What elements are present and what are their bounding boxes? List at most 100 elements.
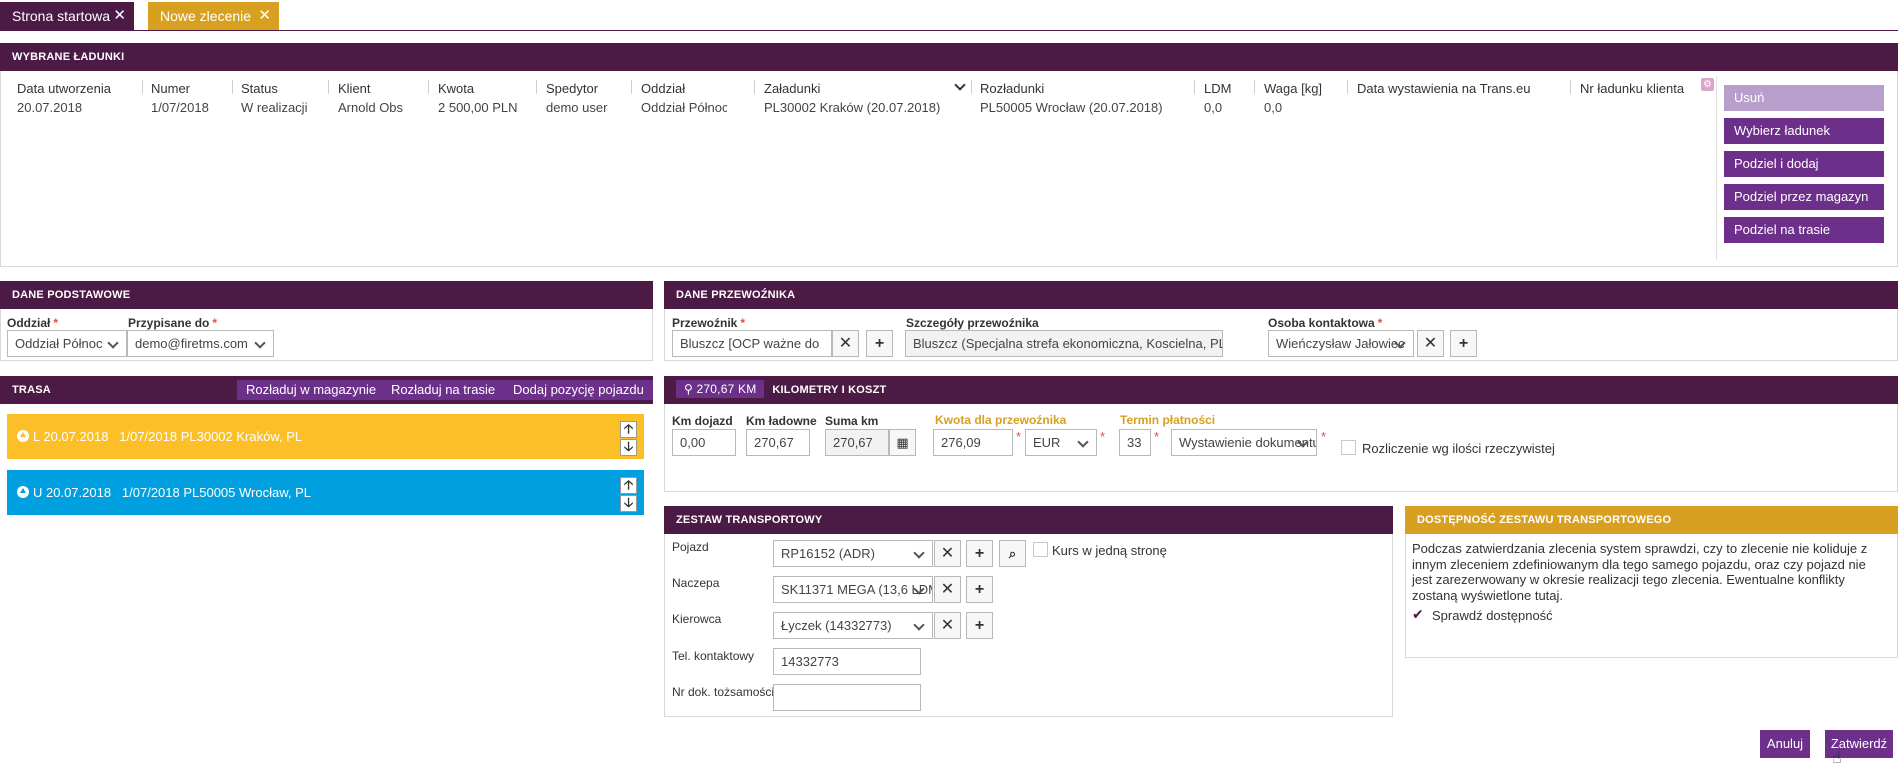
split-add-button[interactable]: Podziel i dodaj (1724, 151, 1884, 177)
buttons-divider (1716, 76, 1717, 260)
move-up-button[interactable]: 🡡 (620, 421, 637, 438)
calculator-icon: ▦ (896, 435, 909, 450)
trailer-select[interactable]: SK11371 MEGA (13,6 LDM) (773, 576, 933, 603)
select-load-button[interactable]: Wybierz ładunek (1724, 118, 1884, 144)
trailer-label: Naczepa (672, 576, 720, 590)
cell-status: W realizacji (241, 100, 308, 115)
move-down-button[interactable]: 🡣 (620, 439, 637, 456)
zoom-icon: ⌕ (1008, 546, 1017, 561)
driver-select[interactable]: Łyczek (14332773) (773, 612, 933, 639)
term-type-select[interactable]: Wystawienie dokumentu (1171, 429, 1317, 456)
contact-add-button[interactable]: + (1450, 330, 1477, 357)
currency-value: EUR (1033, 435, 1061, 450)
vehicle-select[interactable]: RP16152 (ADR) (773, 540, 933, 567)
id-doc-input[interactable] (773, 684, 921, 711)
carrier-label-text: Przewoźnik (672, 316, 738, 330)
contact-clear-button[interactable]: ✕ (1417, 330, 1444, 357)
unload-route-button[interactable]: Rozładuj na trasie (382, 380, 505, 400)
map-pin-icon: ⚲ (684, 382, 693, 396)
contact-select[interactable]: Wieńczysław Jałowiec (1268, 330, 1414, 357)
phone-input[interactable]: 14332773 (773, 648, 921, 675)
currency-select[interactable]: EUR (1025, 429, 1097, 456)
vehicle-clear-button[interactable]: ✕ (934, 540, 961, 567)
cell-amount: 2 500,00 PLN (438, 100, 518, 115)
required-marker: * (1154, 429, 1160, 444)
col-header-unloadings: Rozładunki (980, 81, 1045, 96)
trailer-add-button[interactable]: + (966, 576, 993, 603)
km-loaded-input[interactable]: 270,67 (746, 429, 810, 456)
amount-label: Kwota dla przewoźnika (935, 413, 1067, 427)
close-icon: ✕ (1423, 335, 1438, 352)
cell-unloadings: PL50005 Wrocław (20.07.2018) (980, 100, 1163, 115)
trailer-clear-button[interactable]: ✕ (934, 576, 961, 603)
driver-add-button[interactable]: + (966, 612, 993, 639)
close-icon[interactable]: ✕ (113, 2, 126, 30)
col-separator (1254, 80, 1255, 94)
km-drive-label: Km dojazd (672, 414, 733, 428)
route-title: TRASA (12, 384, 51, 396)
term-days-input[interactable]: 33 (1119, 429, 1151, 456)
driver-label: Kierowca (672, 612, 722, 626)
col-header-client-load-no: Nr ładunku klienta (1580, 81, 1685, 96)
km-loaded-label: Km ładowne (746, 414, 817, 428)
contact-label-text: Osoba kontaktowa (1268, 316, 1375, 330)
availability-title: DOSTĘPNOŚĆ ZESTAWU TRANSPORTOWEGO (1417, 514, 1672, 526)
calculator-button[interactable]: ▦ (889, 429, 916, 456)
settlement-checkbox[interactable] (1341, 440, 1356, 455)
availability-checkbox[interactable]: ✔ (1412, 607, 1426, 621)
delete-button[interactable]: Usuń (1724, 85, 1884, 111)
move-down-button[interactable]: 🡣 (620, 495, 637, 512)
tab-new-order[interactable]: Nowe zlecenie ✕ (148, 2, 279, 30)
carrier-details-value: Bluszcz (Specjalna strefa ekonomiczna, K… (913, 336, 1222, 351)
col-header-created: Data utworzenia (17, 81, 111, 96)
col-separator (142, 80, 143, 94)
km-badge-value: 270,67 KM (696, 382, 757, 396)
carrier-add-button[interactable]: + (866, 330, 893, 357)
close-icon[interactable]: ✕ (258, 2, 271, 30)
tab-bar-line (0, 30, 1898, 31)
route-stop-load-text: L 20.07.2018 1/07/2018 PL30002 Kraków, P… (33, 429, 303, 444)
assigned-label-text: Przypisane do (128, 316, 210, 330)
plus-icon: + (974, 581, 985, 598)
vehicle-search-button[interactable]: ⌕ (999, 540, 1026, 567)
split-route-button[interactable]: Podziel na trasie (1724, 217, 1884, 243)
col-separator (1194, 80, 1195, 94)
col-separator (1570, 80, 1571, 94)
basic-title: DANE PODSTAWOWE (12, 289, 131, 301)
loads-header: WYBRANE ŁADUNKI (0, 43, 1898, 71)
carrier-input[interactable]: Bluszcz [OCP ważne do (672, 330, 832, 357)
add-vehicle-position-button[interactable]: Dodaj pozycję pojazdu (504, 380, 653, 400)
plus-icon: + (974, 545, 985, 562)
availability-check-label: Sprawdź dostępność (1432, 608, 1553, 623)
term-label: Termin płatności (1120, 413, 1216, 427)
km-sum-label: Suma km (825, 414, 879, 428)
split-warehouse-button[interactable]: Podziel przez magazyn (1724, 184, 1884, 210)
vehicle-value: RP16152 (ADR) (781, 546, 875, 561)
arrow-up-circle-icon (17, 430, 29, 442)
route-stop-load[interactable]: L 20.07.2018 1/07/2018 PL30002 Kraków, P… (7, 414, 644, 459)
assigned-select[interactable]: demo@firetms.com (127, 330, 274, 357)
branch-select[interactable]: Oddział Północ (7, 330, 127, 357)
driver-clear-button[interactable]: ✕ (934, 612, 961, 639)
cell-loadings: PL30002 Kraków (20.07.2018) (764, 100, 941, 115)
vehicle-add-button[interactable]: + (966, 540, 993, 567)
transport-header: ZESTAW TRANSPORTOWY (664, 506, 1393, 534)
tab-home-label: Strona startowa (12, 8, 111, 24)
tab-home[interactable]: Strona startowa ✕ (0, 2, 134, 30)
branch-label: Oddział * (7, 316, 59, 330)
move-up-button[interactable]: 🡡 (620, 477, 637, 494)
cell-ldm: 0,0 (1204, 100, 1223, 115)
oneway-label: Kurs w jedną stronę (1052, 543, 1167, 558)
close-icon: ✕ (838, 335, 853, 352)
carrier-title: DANE PRZEWOŹNIKA (676, 289, 796, 301)
amount-input[interactable]: 276,09 (933, 429, 1013, 456)
km-drive-input[interactable]: 0,00 (672, 429, 736, 456)
assigned-label: Przypisane do * (128, 316, 218, 330)
oneway-checkbox[interactable] (1033, 542, 1048, 557)
cell-branch: Oddział Północ (641, 100, 727, 115)
carrier-clear-button[interactable]: ✕ (832, 330, 859, 357)
cancel-button[interactable]: Anuluj (1760, 730, 1810, 758)
route-stop-unload[interactable]: U 20.07.2018 1/07/2018 PL50005 Wrocław, … (7, 470, 644, 515)
unload-warehouse-button[interactable]: Rozładuj w magazynie (237, 380, 386, 400)
gear-icon[interactable]: ⚙ (1701, 78, 1714, 91)
